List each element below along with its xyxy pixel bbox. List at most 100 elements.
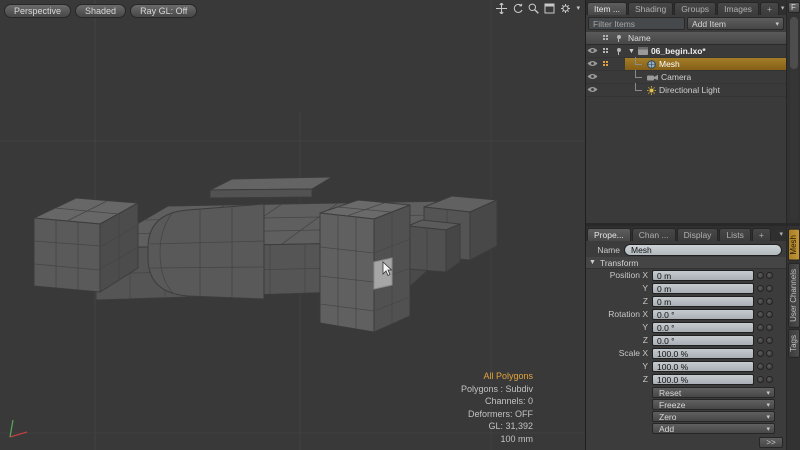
chevron-down-icon[interactable]: ▾ [779, 230, 783, 239]
tab-groups[interactable]: Groups [674, 2, 716, 15]
channel-dot-icon[interactable] [757, 376, 764, 383]
scale-x-field[interactable]: 100.0 % [652, 348, 754, 359]
channel-dot-icon[interactable] [766, 376, 773, 383]
eye-icon[interactable] [586, 72, 599, 82]
scale-y-field[interactable]: 100.0 % [652, 361, 754, 372]
position-x-field[interactable]: 0 m [652, 270, 754, 281]
rotation-z-row: Z 0.0 ° [588, 334, 784, 346]
tab-images[interactable]: Images [717, 2, 759, 15]
raygl-button[interactable]: Ray GL: Off [130, 4, 197, 18]
channel-dot-icon[interactable] [757, 285, 764, 292]
scale-z-field[interactable]: 100.0 % [652, 374, 754, 385]
chevron-down-icon[interactable]: ▾ [781, 4, 785, 13]
side-tab-mesh[interactable]: Mesh [788, 229, 800, 261]
add-item-button[interactable]: Add Item ▾ [687, 17, 784, 30]
disclosure-icon[interactable]: ▼ [628, 48, 635, 55]
channel-dot-icon[interactable] [757, 324, 764, 331]
tab-display[interactable]: Display [677, 228, 719, 241]
scene-icon [638, 47, 648, 55]
position-z-field[interactable]: 0 m [652, 296, 754, 307]
tree-connector [635, 70, 642, 78]
item-label: Directional Light [659, 85, 720, 95]
perspective-button[interactable]: Perspective [4, 4, 71, 18]
transform-section-header[interactable]: ▼ Transform [586, 257, 786, 269]
app-window: Perspective Shaded Ray GL: Off ▾ All Pol… [0, 0, 800, 450]
channel-dot-icon[interactable] [766, 350, 773, 357]
freeze-button[interactable]: Freeze ▾ [652, 399, 775, 410]
channel-dot-icon[interactable] [766, 285, 773, 292]
tab-item-list[interactable]: Item ... [587, 2, 627, 15]
camera-icon [647, 74, 658, 81]
dots-icon[interactable] [599, 48, 612, 55]
stat-gl: GL: 31,392 [461, 420, 533, 433]
channel-dot-icon[interactable] [766, 298, 773, 305]
channel-dot-icon[interactable] [757, 311, 764, 318]
name-column-header[interactable]: Name [625, 33, 786, 43]
item-row-directional-light[interactable]: Directional Light [586, 84, 786, 97]
zoom-icon[interactable] [528, 3, 539, 14]
chevron-down-icon[interactable]: ▾ [576, 4, 580, 14]
rotation-z-field[interactable]: 0.0 ° [652, 335, 754, 346]
channel-dot-icon[interactable] [757, 272, 764, 279]
item-panel-side-strip: F [786, 0, 800, 223]
dots-column-icon[interactable] [599, 35, 612, 42]
item-list-scrollbar[interactable] [790, 17, 798, 221]
item-row-camera[interactable]: Camera [586, 71, 786, 84]
chevron-down-icon: ▾ [766, 425, 770, 435]
item-row-mesh[interactable]: Mesh [586, 58, 786, 71]
channel-dot-icon[interactable] [757, 298, 764, 305]
channel-dot-icon[interactable] [757, 350, 764, 357]
tab-add[interactable]: + [760, 2, 779, 15]
pan-icon[interactable] [496, 3, 507, 14]
tab-add[interactable]: + [752, 228, 771, 241]
item-name-input[interactable] [624, 244, 782, 256]
disclosure-icon[interactable]: ▼ [589, 259, 596, 266]
channel-dot-icon[interactable] [766, 311, 773, 318]
item-row-scene[interactable]: ▼ 06_begin.lxo* [586, 45, 786, 58]
channel-dot-icon[interactable] [766, 324, 773, 331]
item-label: Mesh [659, 59, 680, 69]
eye-icon[interactable] [586, 85, 599, 95]
tab-properties[interactable]: Prope... [587, 228, 631, 241]
f-button[interactable]: F [788, 2, 800, 13]
orbit-icon[interactable] [512, 3, 523, 14]
dots-icon[interactable] [599, 61, 612, 68]
pin-column-icon[interactable] [612, 35, 625, 41]
form-side-tabs: Mesh User Channels Tags [786, 226, 800, 450]
side-tab-tags[interactable]: Tags [788, 329, 800, 358]
gear-icon[interactable] [560, 3, 571, 14]
rotation-x-field[interactable]: 0.0 ° [652, 309, 754, 320]
item-label: 06_begin.lxo* [651, 46, 706, 56]
zero-button[interactable]: Zero ▾ [652, 411, 775, 422]
expand-panel-button[interactable]: >> [759, 437, 783, 448]
channel-dot-icon[interactable] [757, 363, 764, 370]
pin-icon[interactable] [612, 48, 625, 54]
tab-lists[interactable]: Lists [719, 228, 750, 241]
viewport-stats: All Polygons Polygons : Subdiv Channels:… [461, 370, 533, 445]
3d-viewport[interactable]: Perspective Shaded Ray GL: Off ▾ All Pol… [0, 0, 585, 450]
properties-panel: Prope... Chan ... Display Lists + ▾ Name… [586, 223, 800, 450]
maximize-icon[interactable] [544, 3, 555, 14]
item-label: Camera [661, 72, 691, 82]
channel-dot-icon[interactable] [766, 337, 773, 344]
eye-icon[interactable] [586, 59, 599, 69]
tab-channels[interactable]: Chan ... [632, 228, 676, 241]
tree-connector [635, 57, 642, 65]
position-y-field[interactable]: 0 m [652, 283, 754, 294]
side-tab-user-channels[interactable]: User Channels [788, 263, 800, 328]
channel-dot-icon[interactable] [766, 272, 773, 279]
rotation-y-row: Y 0.0 ° [588, 321, 784, 333]
chevron-down-icon: ▾ [766, 401, 770, 411]
channel-dot-icon[interactable] [757, 337, 764, 344]
channel-dot-icon[interactable] [766, 363, 773, 370]
eye-icon[interactable] [586, 46, 599, 56]
tab-shading[interactable]: Shading [628, 2, 673, 15]
filter-items-input[interactable] [588, 17, 685, 30]
mesh-model[interactable] [34, 177, 497, 332]
shading-mode-button[interactable]: Shaded [75, 4, 126, 18]
item-list: Name ▼ 06_begin.lxo* [586, 32, 786, 223]
add-button[interactable]: Add ▾ [652, 423, 775, 434]
item-panel-tabbar: Item ... Shading Groups Images + ▾ [586, 0, 786, 15]
rotation-y-field[interactable]: 0.0 ° [652, 322, 754, 333]
reset-button[interactable]: Reset ▾ [652, 387, 775, 398]
